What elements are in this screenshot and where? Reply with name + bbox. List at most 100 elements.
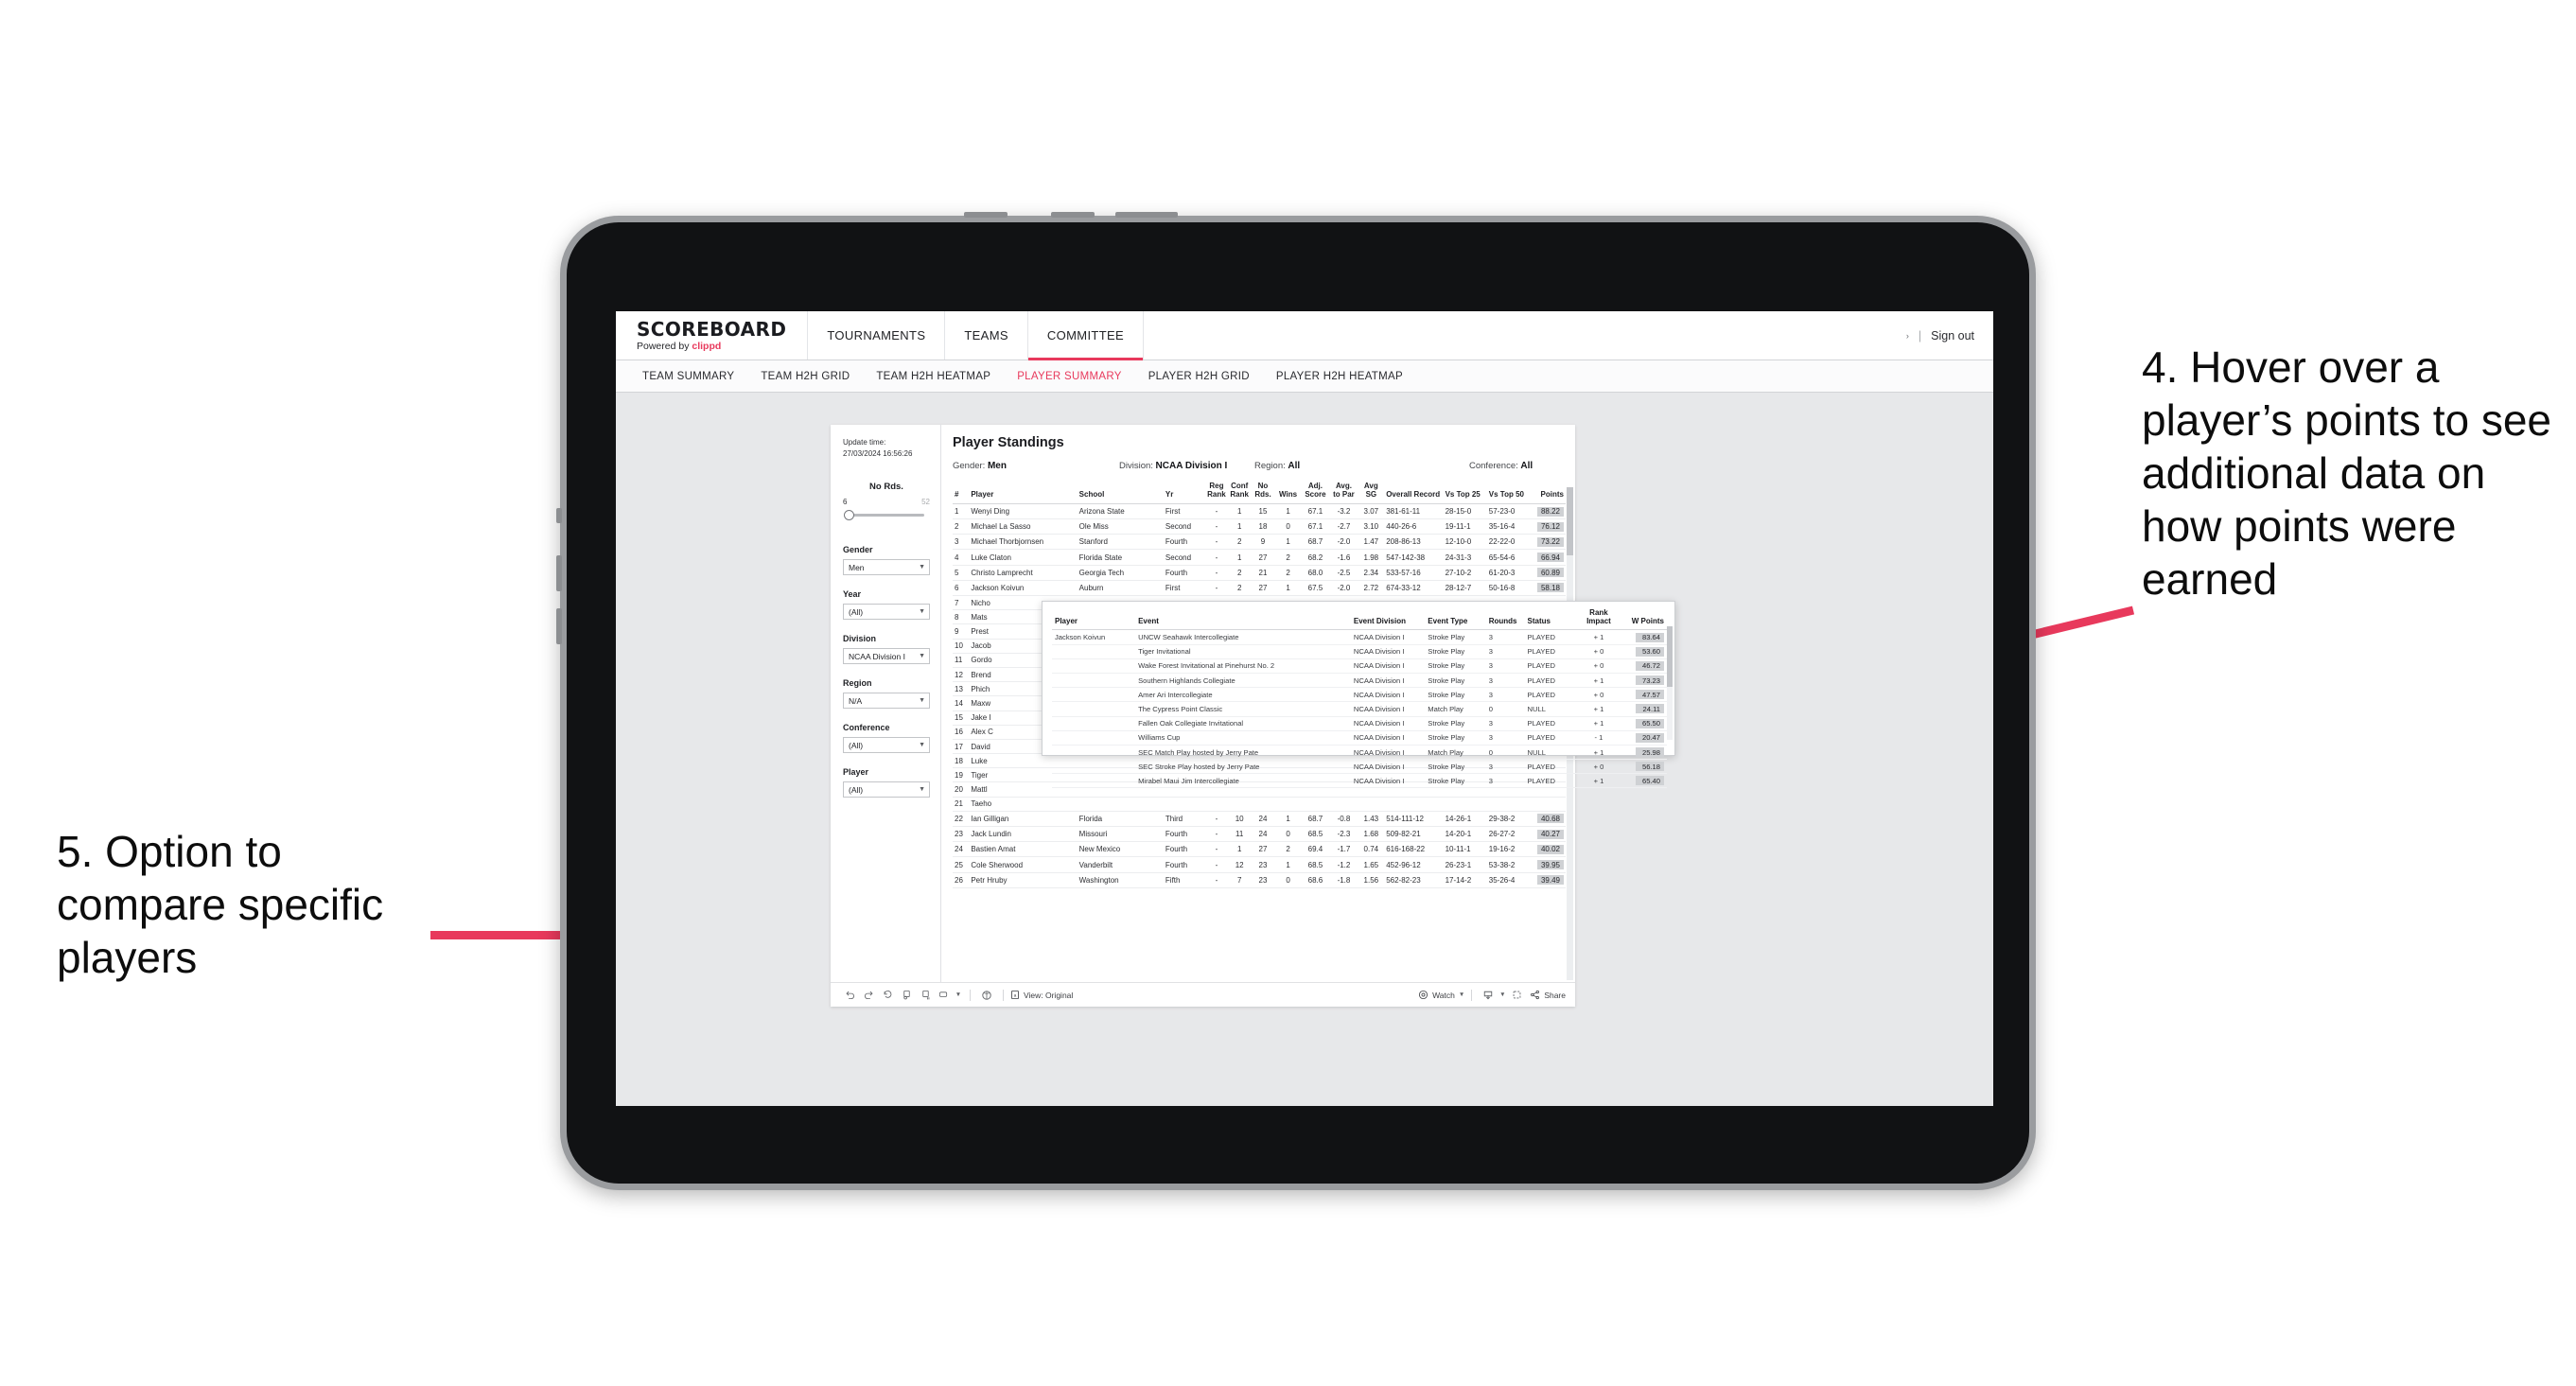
slider-handle[interactable] [844,510,854,521]
table-row[interactable]: 21 Taeho [953,797,1566,812]
tooltip-scrollbar[interactable] [1667,626,1673,740]
cell-school [1077,797,1164,812]
filter-gender-select[interactable]: Men ▼ [843,559,930,576]
cell-points[interactable]: 40.68 [1530,811,1566,828]
fullscreen-icon[interactable] [1507,987,1526,1004]
col-conf-rank[interactable]: Conf Rank [1228,481,1252,504]
col-points[interactable]: Points [1530,481,1566,504]
cell-sg: 1.47 [1358,534,1385,551]
watch-button[interactable]: Watch ▼ [1418,990,1464,1000]
brand-logo[interactable]: SCOREBOARD Powered by clippd [616,311,809,360]
highlight-icon[interactable] [977,987,996,1004]
redo-icon[interactable] [859,987,878,1004]
points-badge[interactable]: 58.18 [1536,583,1564,593]
tip-cell-event: Tiger Invitational [1135,644,1351,659]
nav-item-teams[interactable]: TEAMS [945,311,1028,360]
cell-points[interactable]: 88.22 [1530,503,1566,520]
no-rounds-slider[interactable] [843,509,930,521]
col-reg-rank[interactable]: Reg Rank [1204,481,1229,504]
table-row[interactable]: 24 Bastien Amat New Mexico Fourth -1 27 2 69.4-… [953,841,1566,858]
table-row[interactable]: 26 Petr Hruby Washington Fifth -7 23 0 68.6 -1.8… [953,872,1566,888]
table-row[interactable]: 22 Ian Gilligan Florida Third -10 24 1 68.7 -0.8… [953,811,1566,828]
meta-division-label: Division: [1119,461,1153,471]
points-badge[interactable]: 66.94 [1536,553,1564,563]
tip-cell-rank-impact: - 1 [1577,730,1621,746]
table-row[interactable]: 6 Jackson Koivun Auburn First -2 27 1 67.5 -2.0 2… [953,580,1566,597]
table-row[interactable]: 2 Michael La Sasso Ole Miss Second -1 18 0 67.1… [953,518,1566,535]
cell-wins: 0 [1274,826,1302,843]
points-badge[interactable]: 73.22 [1536,536,1564,547]
nav-item-committee[interactable]: COMMITTEE [1027,311,1145,360]
player-standings-dashboard: Update time: 27/03/2024 16:56:26 No Rds.… [831,425,1675,1007]
cell-points[interactable]: 60.89 [1530,565,1566,581]
sign-out-link[interactable]: Sign out [1931,329,1974,342]
download-caret-icon[interactable]: ▼ [1498,987,1507,1004]
revert-icon[interactable] [878,987,897,1004]
subtab-player-summary[interactable]: PLAYER SUMMARY [1004,371,1135,382]
filter-player-select[interactable]: (All) ▼ [843,781,930,798]
cell-points[interactable]: 76.12 [1530,518,1566,535]
col-vs-top-25[interactable]: Vs Top 25 [1443,481,1487,504]
undo-icon[interactable] [840,987,859,1004]
table-row[interactable]: 25 Cole Sherwood Vanderbilt Fourth -12 23 1 68.… [953,856,1566,873]
cell-points[interactable]: 40.02 [1530,841,1566,858]
filter-year-select[interactable]: (All) ▼ [843,604,930,621]
points-badge[interactable]: 40.02 [1536,844,1564,854]
col-school[interactable]: School [1077,481,1164,504]
view-original-button[interactable]: a View: Original [1010,990,1073,1000]
col-player[interactable]: Player [969,481,1078,504]
device-layout-caret-icon[interactable]: ▼ [954,987,963,1004]
cell-points[interactable]: 58.18 [1530,580,1566,597]
tip-col-event-type: Event Type [1425,608,1486,631]
col-avg-sg[interactable]: Avg SG [1358,481,1385,504]
filter-conference-select[interactable]: (All) ▼ [843,737,930,754]
points-badge[interactable]: 40.68 [1536,814,1564,824]
cell-sg: 1.43 [1358,811,1385,828]
subtab-team-summary[interactable]: TEAM SUMMARY [629,371,747,382]
col-overall-record[interactable]: Overall Record [1384,481,1444,504]
points-badge[interactable]: 39.49 [1536,875,1564,886]
col-wins[interactable]: Wins [1274,481,1302,504]
pause-auto-update-icon[interactable] [916,987,935,1004]
cell-points[interactable]: 40.27 [1530,826,1566,843]
table-row[interactable]: 1 Wenyi Ding Arizona State First -1 15 1 67.1 -3… [953,503,1566,520]
filter-division-select[interactable]: NCAA Division I ▼ [843,648,930,665]
col-adj-score[interactable]: Adj. Score [1301,481,1330,504]
cell-points[interactable]: 73.22 [1530,534,1566,551]
table-row[interactable]: 5 Christo Lamprecht Georgia Tech Fourth -2 21… [953,565,1566,581]
subtab-team-h2h-grid[interactable]: TEAM H2H GRID [747,371,863,382]
standings-scrollbar-thumb[interactable] [1567,487,1573,555]
table-row[interactable]: 23 Jack Lundin Missouri Fourth -11 24 0 68.5 -2.… [953,826,1566,843]
share-button[interactable]: Share [1530,990,1566,1000]
points-badge[interactable]: 39.95 [1536,860,1564,869]
filter-region-select[interactable]: N/A ▼ [843,693,930,710]
points-badge[interactable]: 60.89 [1536,568,1564,578]
tooltip-scrollbar-thumb[interactable] [1667,626,1673,687]
cell-points[interactable]: 39.95 [1530,856,1566,873]
download-icon[interactable] [1479,987,1498,1004]
points-badge[interactable]: 76.12 [1536,521,1564,532]
col-avg-to-par[interactable]: Avg. to Par [1329,481,1358,504]
tip-col-event-division: Event Division [1350,608,1426,631]
points-badge[interactable]: 40.27 [1536,829,1564,839]
col-vs-top-50[interactable]: Vs Top 50 [1486,481,1531,504]
col-no-rds[interactable]: No Rds. [1251,481,1275,504]
table-row[interactable]: 4 Luke Claton Florida State Second -1 27 2 68.2… [953,549,1566,566]
subtab-player-h2h-heatmap[interactable]: PLAYER H2H HEATMAP [1263,371,1416,382]
cell-points[interactable]: 66.94 [1530,549,1566,566]
refresh-icon[interactable] [897,987,916,1004]
device-layout-icon[interactable] [935,987,954,1004]
cell-points[interactable] [1530,797,1566,812]
points-badge[interactable]: 88.22 [1536,506,1564,517]
chevron-right-icon[interactable]: › [1906,331,1909,341]
col-rank[interactable]: # [953,481,970,504]
nav-item-tournaments[interactable]: TOURNAMENTS [808,311,946,360]
col-yr[interactable]: Yr [1163,481,1205,504]
subtab-player-h2h-grid[interactable]: PLAYER H2H GRID [1135,371,1263,382]
cell-t25: 14-20-1 [1443,826,1487,843]
subtab-team-h2h-heatmap[interactable]: TEAM H2H HEATMAP [863,371,1004,382]
slider-track [845,514,924,518]
table-row[interactable]: 3 Michael Thorbjornsen Stanford Fourth -2 9 1 6… [953,534,1566,551]
cell-points[interactable]: 39.49 [1530,872,1566,888]
tip-cell-event: SEC Stroke Play hosted by Jerry Pate [1135,759,1351,775]
